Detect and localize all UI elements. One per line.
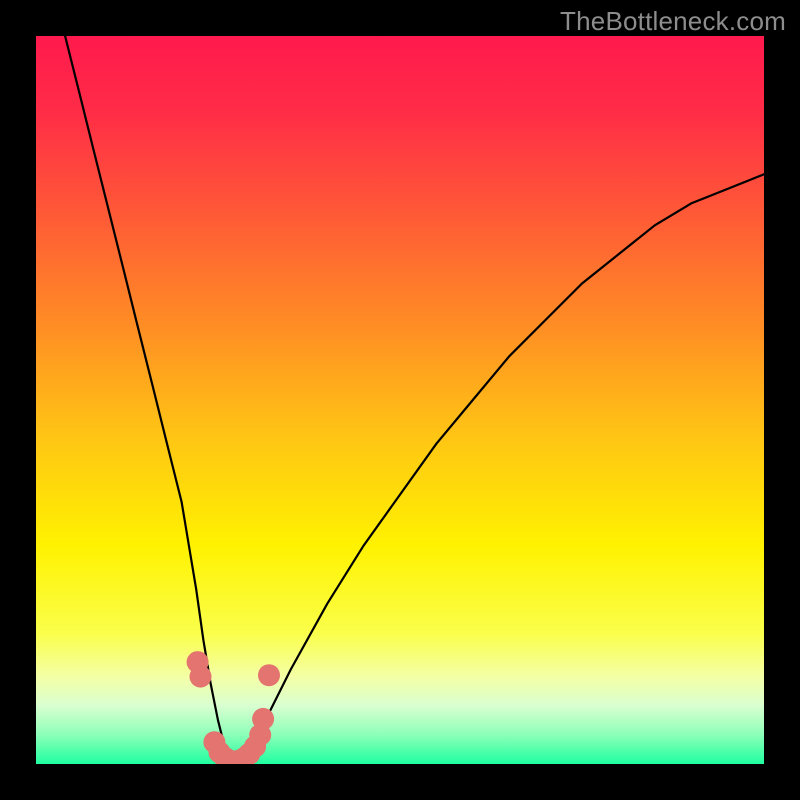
- marker-point: [190, 666, 212, 688]
- bottleneck-chart: [0, 0, 800, 800]
- marker-point: [258, 664, 280, 686]
- marker-point: [252, 708, 274, 730]
- watermark-text: TheBottleneck.com: [560, 6, 786, 37]
- chart-frame: { "watermark": "TheBottleneck.com", "col…: [0, 0, 800, 800]
- plot-background: [36, 36, 764, 764]
